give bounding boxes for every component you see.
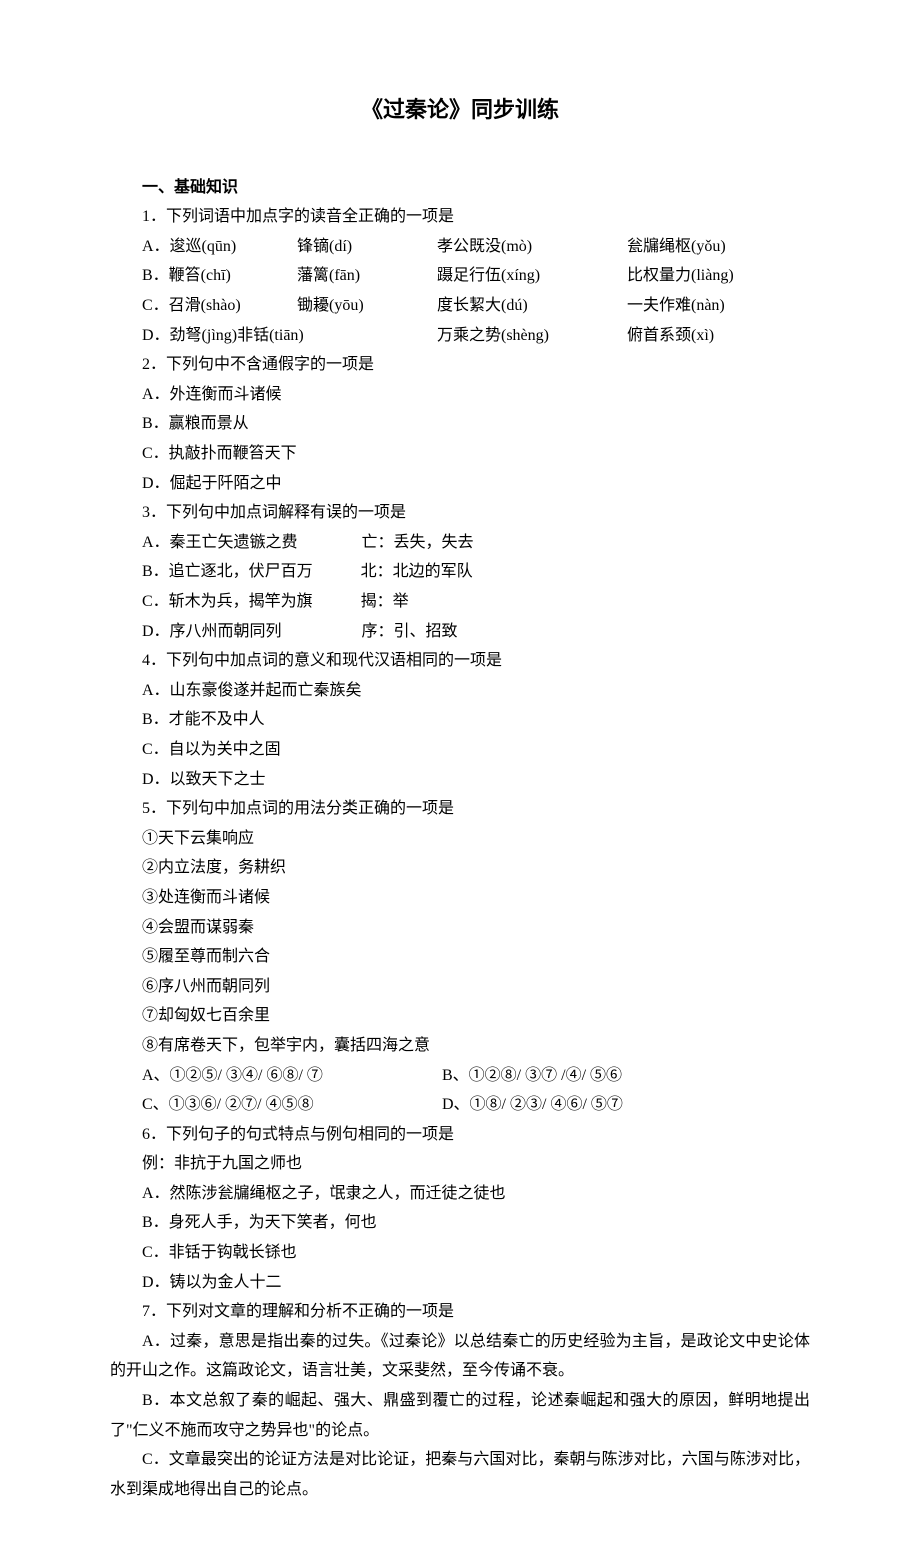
q4-opt-c: C．自以为关中之固 xyxy=(110,735,810,765)
q2-opt-c: C．执敲扑而鞭笞天下 xyxy=(110,439,810,469)
q2-stem: 2．下列句中不含通假字的一项是 xyxy=(110,350,810,380)
section-heading: 一、基础知识 xyxy=(110,173,810,203)
q2-opt-b: B．赢粮而景从 xyxy=(110,409,810,439)
q2-opt-d: D．倔起于阡陌之中 xyxy=(110,469,810,499)
q6-stem: 6．下列句子的句式特点与例句相同的一项是 xyxy=(110,1120,810,1150)
q1-c-3: 度长絜大(dú) xyxy=(437,291,627,321)
q1-row-c: C．召滑(shào) 锄耰(yōu) 度长絜大(dú) 一夫作难(nàn) xyxy=(110,291,810,321)
q1-a-1: A．逡巡(qūn) xyxy=(142,232,297,262)
q5-choice-row-2: C、①③⑥/ ②⑦/ ④⑤⑧ D、①⑧/ ②③/ ④⑥/ ⑤⑦ xyxy=(110,1090,810,1120)
q5-choice-b: B、①②⑧/ ③⑦ /④/ ⑤⑥ xyxy=(442,1061,622,1091)
q1-row-a: A．逡巡(qūn) 锋镝(dí) 孝公既没(mò) 瓮牖绳枢(yǒu) xyxy=(110,232,810,262)
q5-item-1: ①天下云集响应 xyxy=(110,824,810,854)
q3-opt-a: A．秦王亡矢遗镞之费 亡：丢失，失去 xyxy=(110,528,810,558)
q1-a-4: 瓮牖绳枢(yǒu) xyxy=(627,232,726,262)
q1-d-1: D．劲弩(jìng)非铦(tiān) xyxy=(142,321,437,351)
q1-a-2: 锋镝(dí) xyxy=(297,232,437,262)
q6-opt-a: A．然陈涉瓮牖绳枢之子，氓隶之人，而迁徒之徒也 xyxy=(110,1179,810,1209)
q5-item-5: ⑤履至尊而制六合 xyxy=(110,942,810,972)
q3-opt-b: B．追亡逐北，伏尸百万 北：北边的军队 xyxy=(110,557,810,587)
q7-para-a: A．过秦，意思是指出秦的过失。《过秦论》以总结秦亡的历史经验为主旨，是政论文中史… xyxy=(110,1327,810,1386)
q1-c-2: 锄耰(yōu) xyxy=(297,291,437,321)
q5-item-6: ⑥序八州而朝同列 xyxy=(110,972,810,1002)
q3-stem: 3．下列句中加点词解释有误的一项是 xyxy=(110,498,810,528)
q5-item-4: ④会盟而谋弱秦 xyxy=(110,913,810,943)
q5-item-2: ②内立法度，务耕织 xyxy=(110,853,810,883)
q1-c-4: 一夫作难(nàn) xyxy=(627,291,725,321)
q5-choice-row-1: A、①②⑤/ ③④/ ⑥⑧/ ⑦ B、①②⑧/ ③⑦ /④/ ⑤⑥ xyxy=(110,1061,810,1091)
q4-opt-a: A．山东豪俊遂并起而亡秦族矣 xyxy=(110,676,810,706)
q3-opt-d: D．序八州而朝同列 序：引、招致 xyxy=(110,617,810,647)
q5-item-8: ⑧有席卷天下，包举宇内，囊括四海之意 xyxy=(110,1031,810,1061)
q7-para-b: B．本文总叙了秦的崛起、强大、鼎盛到覆亡的过程，论述秦崛起和强大的原因，鲜明地提… xyxy=(110,1386,810,1445)
q1-b-2: 藩篱(fān) xyxy=(297,261,437,291)
q5-choice-a: A、①②⑤/ ③④/ ⑥⑧/ ⑦ xyxy=(142,1061,442,1091)
q6-opt-c: C．非铦于钩戟长铩也 xyxy=(110,1238,810,1268)
q1-b-4: 比权量力(liàng) xyxy=(627,261,734,291)
q5-choice-c: C、①③⑥/ ②⑦/ ④⑤⑧ xyxy=(142,1090,442,1120)
q1-d-3: 万乘之势(shèng) xyxy=(437,321,627,351)
q4-stem: 4．下列句中加点词的意义和现代汉语相同的一项是 xyxy=(110,646,810,676)
q1-d-4: 俯首系颈(xì) xyxy=(627,321,714,351)
q1-b-3: 蹑足行伍(xíng) xyxy=(437,261,627,291)
q5-stem: 5．下列句中加点词的用法分类正确的一项是 xyxy=(110,794,810,824)
q6-opt-b: B．身死人手，为天下笑者，何也 xyxy=(110,1208,810,1238)
q5-item-7: ⑦却匈奴七百余里 xyxy=(110,1001,810,1031)
q4-opt-d: D．以致天下之士 xyxy=(110,765,810,795)
q6-opt-d: D．铸以为金人十二 xyxy=(110,1268,810,1298)
document-title: 《过秦论》同步训练 xyxy=(110,90,810,131)
q3-opt-c: C．斩木为兵，揭竿为旗 揭：举 xyxy=(110,587,810,617)
q1-b-1: B．鞭笞(chī) xyxy=(142,261,297,291)
q4-opt-b: B．才能不及中人 xyxy=(110,705,810,735)
q7-para-c: C．文章最突出的论证方法是对比论证，把秦与六国对比，秦朝与陈涉对比，六国与陈涉对… xyxy=(110,1445,810,1504)
q5-item-3: ③处连衡而斗诸候 xyxy=(110,883,810,913)
q1-stem: 1．下列词语中加点字的读音全正确的一项是 xyxy=(110,202,810,232)
q6-example: 例：非抗于九国之师也 xyxy=(110,1149,810,1179)
q5-choice-d: D、①⑧/ ②③/ ④⑥/ ⑤⑦ xyxy=(442,1090,623,1120)
q2-opt-a: A．外连衡而斗诸候 xyxy=(110,380,810,410)
q1-c-1: C．召滑(shào) xyxy=(142,291,297,321)
q1-row-b: B．鞭笞(chī) 藩篱(fān) 蹑足行伍(xíng) 比权量力(liàng) xyxy=(110,261,810,291)
q1-row-d: D．劲弩(jìng)非铦(tiān) 万乘之势(shèng) 俯首系颈(xì) xyxy=(110,321,810,351)
q1-a-3: 孝公既没(mò) xyxy=(437,232,627,262)
